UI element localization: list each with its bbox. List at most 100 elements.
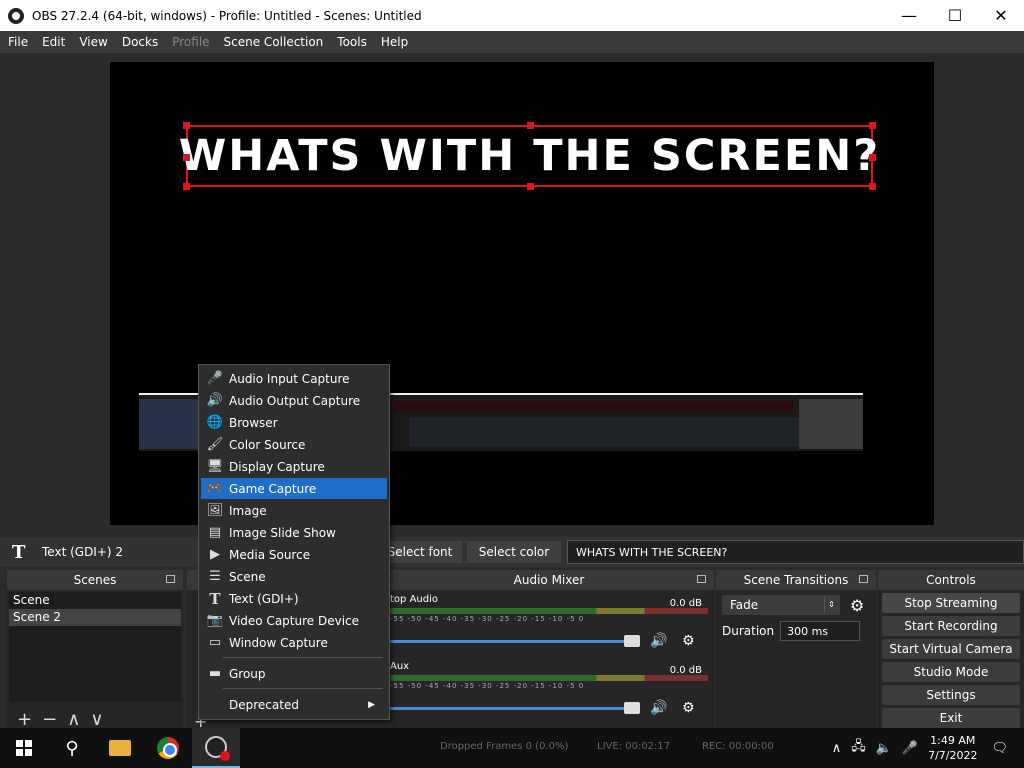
menu-item-image-slide-show[interactable]: ▤ Image Slide Show [201, 522, 387, 543]
select-font-button[interactable]: Select font [378, 541, 462, 563]
folder-icon [109, 740, 131, 756]
search-icon: ⚲ [65, 737, 79, 759]
monitor-icon: 🖥 [206, 459, 224, 474]
resize-handle[interactable] [869, 122, 876, 129]
menu-item-game-capture[interactable]: 🎮 Game Capture [201, 478, 387, 499]
resize-handle[interactable] [527, 122, 534, 129]
scene-transitions-dock: Scene Transitions Fade ⇕ ⚙ Duration 300 … [716, 570, 876, 730]
close-button[interactable]: ✕ [978, 0, 1024, 31]
move-down-icon[interactable]: ∨ [90, 709, 103, 730]
file-explorer-button[interactable] [96, 728, 144, 768]
float-dock-icon[interactable] [166, 575, 175, 583]
volume-knob[interactable] [624, 634, 640, 647]
chevron-up-icon[interactable]: ∧ [832, 741, 842, 756]
menu-item-image[interactable]: 🖼 Image [201, 500, 387, 521]
settings-button[interactable]: Settings [882, 685, 1020, 705]
menu-item-window-capture[interactable]: ▭ Window Capture [201, 632, 387, 653]
menu-item-media-source[interactable]: ▶ Media Source [201, 544, 387, 565]
menu-help[interactable]: Help [381, 35, 408, 49]
menu-docks[interactable]: Docks [122, 35, 158, 49]
windows-taskbar: ⚲ Dropped Frames 0 (0.0%) LIVE: 00:02:17… [0, 728, 1024, 768]
volume-slider[interactable] [390, 634, 640, 647]
float-dock-icon[interactable] [697, 575, 706, 583]
menu-item-video-capture-device[interactable]: 📷 Video Capture Device [201, 610, 387, 631]
speaker-icon[interactable]: 🔊 [650, 633, 672, 649]
gamepad-icon: 🎮 [206, 481, 224, 496]
mixer-track: top Audio 0.0 dB -55 -50 -45 -40 -35 -30… [384, 594, 714, 657]
select-color-button[interactable]: Select color [467, 541, 561, 563]
menu-item-audio-input-capture[interactable]: 🎤 Audio Input Capture [201, 368, 387, 389]
menu-item-group[interactable]: ▬ Group [201, 663, 387, 684]
minimize-button[interactable]: — [886, 0, 932, 31]
volume-knob[interactable] [624, 701, 640, 714]
text-source-icon: T [12, 541, 26, 563]
obs-taskbar-button[interactable] [192, 728, 240, 768]
resize-handle[interactable] [527, 183, 534, 190]
microphone-icon[interactable]: 🎤 [902, 741, 918, 756]
text-input[interactable]: WHATS WITH THE SCREEN? [567, 540, 1024, 564]
menu-tools[interactable]: Tools [337, 35, 367, 49]
controls-dock: Controls Stop Streaming Start Recording … [878, 570, 1024, 730]
gear-icon[interactable]: ⚙ [850, 596, 864, 615]
folder-icon: ▬ [208, 666, 222, 681]
start-button[interactable] [0, 728, 48, 768]
studio-mode-button[interactable]: Studio Mode [882, 662, 1020, 682]
menu-edit[interactable]: Edit [42, 35, 65, 49]
remove-scene-icon[interactable]: − [42, 709, 57, 730]
move-up-icon[interactable]: ∧ [67, 709, 80, 730]
clock-date: 7/7/2022 [928, 749, 978, 762]
speaker-icon[interactable]: 🔊 [650, 700, 672, 716]
network-icon[interactable]: 🖧 [851, 737, 866, 759]
scenes-header: Scenes [7, 570, 183, 590]
menu-item-browser[interactable]: 🌐 Browser [201, 412, 387, 433]
notifications-icon[interactable]: 🗨 [991, 741, 1008, 756]
menu-item-text-gdi[interactable]: T Text (GDI+) [201, 588, 387, 609]
menu-file[interactable]: File [8, 35, 28, 49]
menu-scene-collection[interactable]: Scene Collection [224, 35, 324, 49]
float-dock-icon[interactable] [859, 575, 868, 583]
add-scene-icon[interactable]: + [17, 709, 32, 730]
resize-handle[interactable] [869, 183, 876, 190]
start-virtual-camera-button[interactable]: Start Virtual Camera [882, 639, 1020, 659]
clock-time: 1:49 AM [930, 734, 976, 747]
start-recording-button[interactable]: Start Recording [882, 616, 1020, 636]
duration-input[interactable]: 300 ms [780, 621, 861, 641]
chevron-updown-icon: ⇕ [824, 597, 838, 613]
exit-button[interactable]: Exit [882, 708, 1020, 728]
resize-handle[interactable] [183, 183, 190, 190]
gear-icon[interactable]: ⚙ [682, 633, 704, 649]
scene-item[interactable]: Scene 2 [9, 609, 181, 626]
track-db: 0.0 dB [669, 598, 702, 609]
volume-slider[interactable] [390, 701, 640, 714]
gear-icon[interactable]: ⚙ [682, 700, 704, 716]
scene-item[interactable]: Scene [9, 592, 181, 609]
chrome-button[interactable] [144, 728, 192, 768]
volume-icon[interactable]: 🔈 [876, 741, 892, 756]
menu-bar: File Edit View Docks Profile Scene Colle… [0, 31, 1024, 53]
controls-title: Controls [926, 573, 976, 587]
menu-item-color-source[interactable]: 🖌 Color Source [201, 434, 387, 455]
menu-item-scene[interactable]: ☰ Scene [201, 566, 387, 587]
menu-item-audio-output-capture[interactable]: 🔊 Audio Output Capture [201, 390, 387, 411]
search-button[interactable]: ⚲ [48, 728, 96, 768]
menu-separator [223, 688, 383, 689]
meter-scale: -55 -50 -45 -40 -35 -30 -25 -20 -15 -10 … [390, 615, 585, 623]
menu-view[interactable]: View [79, 35, 107, 49]
track-db: 0.0 dB [669, 665, 702, 676]
list-icon: ☰ [209, 569, 221, 584]
resize-handle[interactable] [183, 122, 190, 129]
clock[interactable]: 1:49 AM 7/7/2022 [928, 733, 977, 763]
microphone-icon: 🎤 [206, 371, 224, 386]
menu-separator [223, 657, 383, 658]
menu-item-deprecated[interactable]: Deprecated ▶ [201, 694, 387, 715]
brush-icon: 🖌 [206, 437, 224, 452]
transition-select[interactable]: Fade ⇕ [722, 595, 840, 615]
audio-mixer-header: Audio Mixer [384, 570, 714, 590]
stop-streaming-button[interactable]: Stop Streaming [882, 593, 1020, 613]
window-title: OBS 27.2.4 (64-bit, windows) - Profile: … [32, 8, 422, 23]
resize-handle[interactable] [183, 154, 190, 161]
maximize-button[interactable]: ☐ [932, 0, 978, 31]
text-source-bounding-box[interactable]: WHATS WITH THE SCREEN? [179, 122, 878, 190]
menu-item-display-capture[interactable]: 🖥 Display Capture [201, 456, 387, 477]
resize-handle[interactable] [869, 154, 876, 161]
